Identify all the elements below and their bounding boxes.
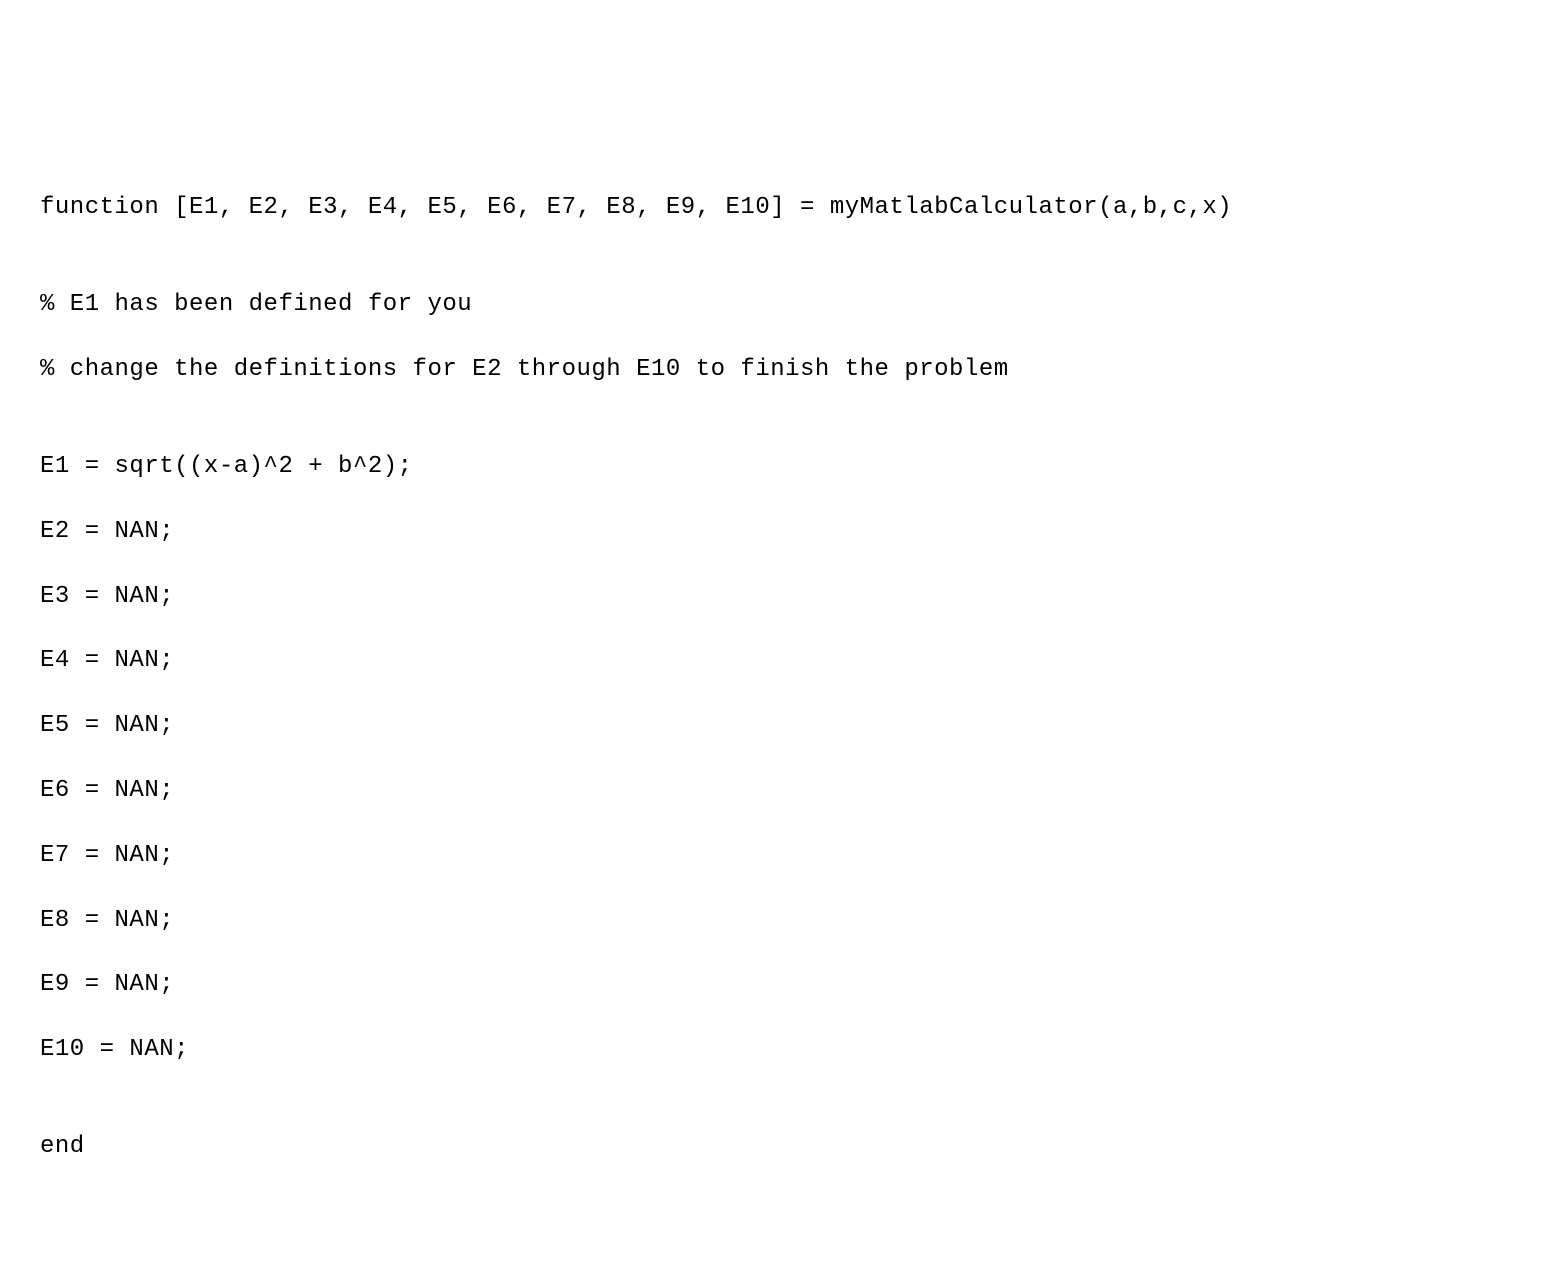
code-line: E2 = NAN;: [40, 516, 1512, 548]
code-line: E5 = NAN;: [40, 710, 1512, 742]
code-line: E9 = NAN;: [40, 969, 1512, 1001]
code-line: E7 = NAN;: [40, 840, 1512, 872]
code-line: E4 = NAN;: [40, 645, 1512, 677]
code-line: function [E1, E2, E3, E4, E5, E6, E7, E8…: [40, 192, 1512, 224]
code-line: E8 = NAN;: [40, 905, 1512, 937]
code-line: E6 = NAN;: [40, 775, 1512, 807]
code-line: % E1 has been defined for you: [40, 289, 1512, 321]
code-line: E10 = NAN;: [40, 1034, 1512, 1066]
code-line: E1 = sqrt((x-a)^2 + b^2);: [40, 451, 1512, 483]
code-line: % change the definitions for E2 through …: [40, 354, 1512, 386]
code-line: E3 = NAN;: [40, 581, 1512, 613]
code-line: end: [40, 1131, 1512, 1163]
code-block: function [E1, E2, E3, E4, E5, E6, E7, E8…: [40, 160, 1512, 1197]
